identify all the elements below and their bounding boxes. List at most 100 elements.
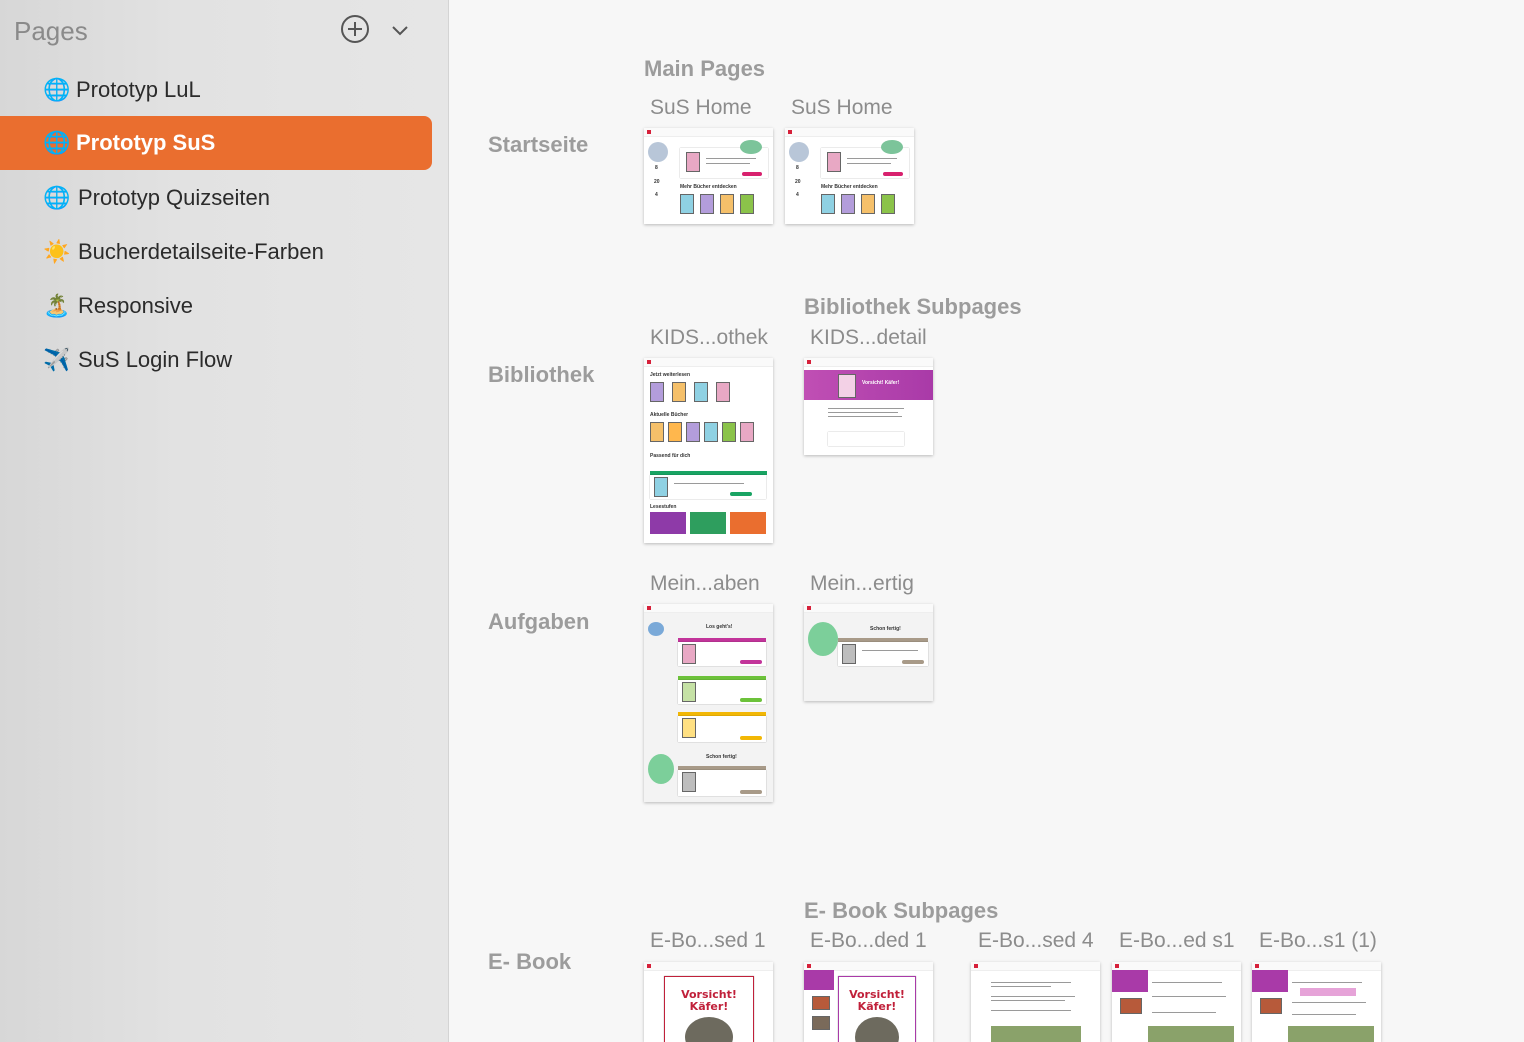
logo-mark (647, 606, 651, 610)
book-cover (740, 422, 754, 442)
mascot-image (740, 140, 762, 154)
text-line (706, 163, 750, 164)
design-canvas[interactable]: Startseite Bibliothek Aufgaben E- Book M… (449, 0, 1524, 1042)
sidebar-title: Pages (14, 16, 88, 46)
frame-thumbnail-ebook[interactable]: Vorsicht! Käfer! (644, 962, 773, 1042)
chevron-down-icon (392, 26, 408, 36)
page-item-responsive[interactable]: 🏝️ Responsive (0, 279, 432, 333)
book-title: Vorsicht! Käfer! (681, 988, 737, 1013)
logo-mark (1115, 964, 1119, 968)
frame-label: E-Bo...ed s1 (1119, 929, 1235, 952)
logo-mark (647, 130, 651, 134)
frame-label: KIDS...detail (810, 326, 927, 349)
sun-icon: ☀️ (43, 239, 71, 264)
section-heading: Mehr Bücher entdecken (680, 184, 737, 190)
text-line (847, 158, 897, 159)
page-item-bucherdetailseite-farben[interactable]: ☀️ Bucherdetailseite-Farben (0, 225, 432, 279)
text-line (1292, 982, 1362, 983)
logo-mark (1255, 964, 1259, 968)
section-heading: Lesestufen (650, 504, 677, 510)
text-line (847, 163, 891, 164)
thumb-topbar (644, 962, 773, 971)
section-label-aufgaben: Aufgaben (488, 609, 590, 634)
add-page-button[interactable] (340, 14, 370, 44)
frame-thumbnail-ebook[interactable] (971, 962, 1100, 1042)
book-cover (700, 194, 714, 214)
frame-thumbnail-sus-home[interactable]: 8 20 4 Mehr Bücher entdecken (785, 128, 914, 224)
thumb-topbar (804, 358, 933, 367)
page-image (1288, 1026, 1374, 1042)
task-card (678, 770, 766, 796)
frame-label: KIDS...othek (650, 326, 768, 349)
book-cover (650, 382, 664, 402)
info-card (828, 432, 904, 446)
frame-thumbnail-kids-detail[interactable]: Vorsicht! Käfer! (804, 358, 933, 455)
frame-label: Mein...aben (650, 572, 760, 595)
frame-thumbnail-sus-home[interactable]: 8 20 4 Mehr Bücher entdecken (644, 128, 773, 224)
mascot-image (648, 754, 674, 784)
book-cover (694, 382, 708, 402)
logo-mark (807, 606, 811, 610)
section-heading: Schon fertig! (706, 754, 737, 760)
cta-pill (740, 660, 762, 664)
thumb-topbar (644, 604, 773, 613)
cover-art (855, 1017, 899, 1042)
plus-circle-icon (341, 15, 369, 43)
frame-label: E-Bo...ded 1 (810, 929, 927, 952)
page-item-prototyp-sus[interactable]: 🌐 Prototyp SuS (0, 116, 432, 170)
text-line (1152, 1012, 1216, 1013)
text-line (828, 408, 904, 409)
globe-icon: 🌐 (43, 130, 71, 155)
frame-label: SuS Home (791, 96, 893, 119)
text-line (862, 650, 918, 651)
pages-sidebar: Pages 🌐 Prototyp LuL 🌐 Prototyp SuS 🌐 Pr… (0, 0, 449, 1042)
book-cover (682, 682, 696, 702)
mascot-image (648, 142, 668, 162)
frame-thumbnail-ebook[interactable]: Vorsicht! Käfer! (804, 962, 933, 1042)
text-line (1292, 1002, 1366, 1003)
page-item-prototyp-quizseiten[interactable]: 🌐 Prototyp Quizseiten (0, 171, 432, 225)
frame-thumbnail-kids-bibliothek[interactable]: Jetzt weiterlesen Aktuelle Bücher Passen… (644, 358, 773, 543)
section-label-bibliothek: Bibliothek (488, 362, 595, 387)
page-item-label: Bucherdetailseite-Farben (78, 239, 324, 264)
globe-icon: 🌐 (43, 77, 71, 102)
mascot-image (648, 622, 664, 636)
frame-thumbnail-meine-aufgaben[interactable]: Los geht's! Schon fertig! (644, 604, 773, 802)
text-line (706, 158, 756, 159)
book-cover (716, 382, 730, 402)
cta-pill (742, 172, 762, 176)
frame-label: SuS Home (650, 96, 752, 119)
logo-mark (807, 964, 811, 968)
group-label-bibliothek-subpages: Bibliothek Subpages (804, 294, 1022, 319)
mascot-image (789, 142, 809, 162)
text-line (1152, 996, 1226, 997)
highlight-bar (1300, 988, 1356, 996)
logo-mark (807, 360, 811, 364)
frame-thumbnail-meine-fertig[interactable]: Schon fertig! (804, 604, 933, 701)
text-line (1292, 1014, 1356, 1015)
page-item-label: Prototyp Quizseiten (78, 185, 270, 210)
thumb-topbar (971, 962, 1100, 971)
book-cover (650, 422, 664, 442)
book-cover (682, 772, 696, 792)
page-item-label: Prototyp LuL (76, 77, 201, 102)
page-item-sus-login-flow[interactable]: ✈️ SuS Login Flow (0, 333, 432, 387)
mascot-image (881, 140, 903, 154)
page-item-label: SuS Login Flow (78, 347, 233, 372)
collapse-pages-button[interactable] (388, 18, 412, 42)
cta-pill (730, 492, 752, 496)
book-cover (821, 194, 835, 214)
page-item-prototyp-lul[interactable]: 🌐 Prototyp LuL (0, 63, 432, 117)
book-cover (720, 194, 734, 214)
frame-thumbnail-ebook[interactable] (1112, 962, 1241, 1042)
text-line (991, 996, 1075, 997)
frame-thumbnail-ebook[interactable] (1252, 962, 1381, 1042)
section-heading: Mehr Bücher entdecken (821, 184, 878, 190)
logo-mark (647, 360, 651, 364)
task-card (678, 642, 766, 666)
thumb-topbar (804, 604, 933, 613)
text-line (828, 416, 902, 417)
ebook-cover: Vorsicht! Käfer! (838, 976, 916, 1042)
frame-label: E-Bo...sed 4 (978, 929, 1094, 952)
thumb-topbar (785, 128, 914, 137)
